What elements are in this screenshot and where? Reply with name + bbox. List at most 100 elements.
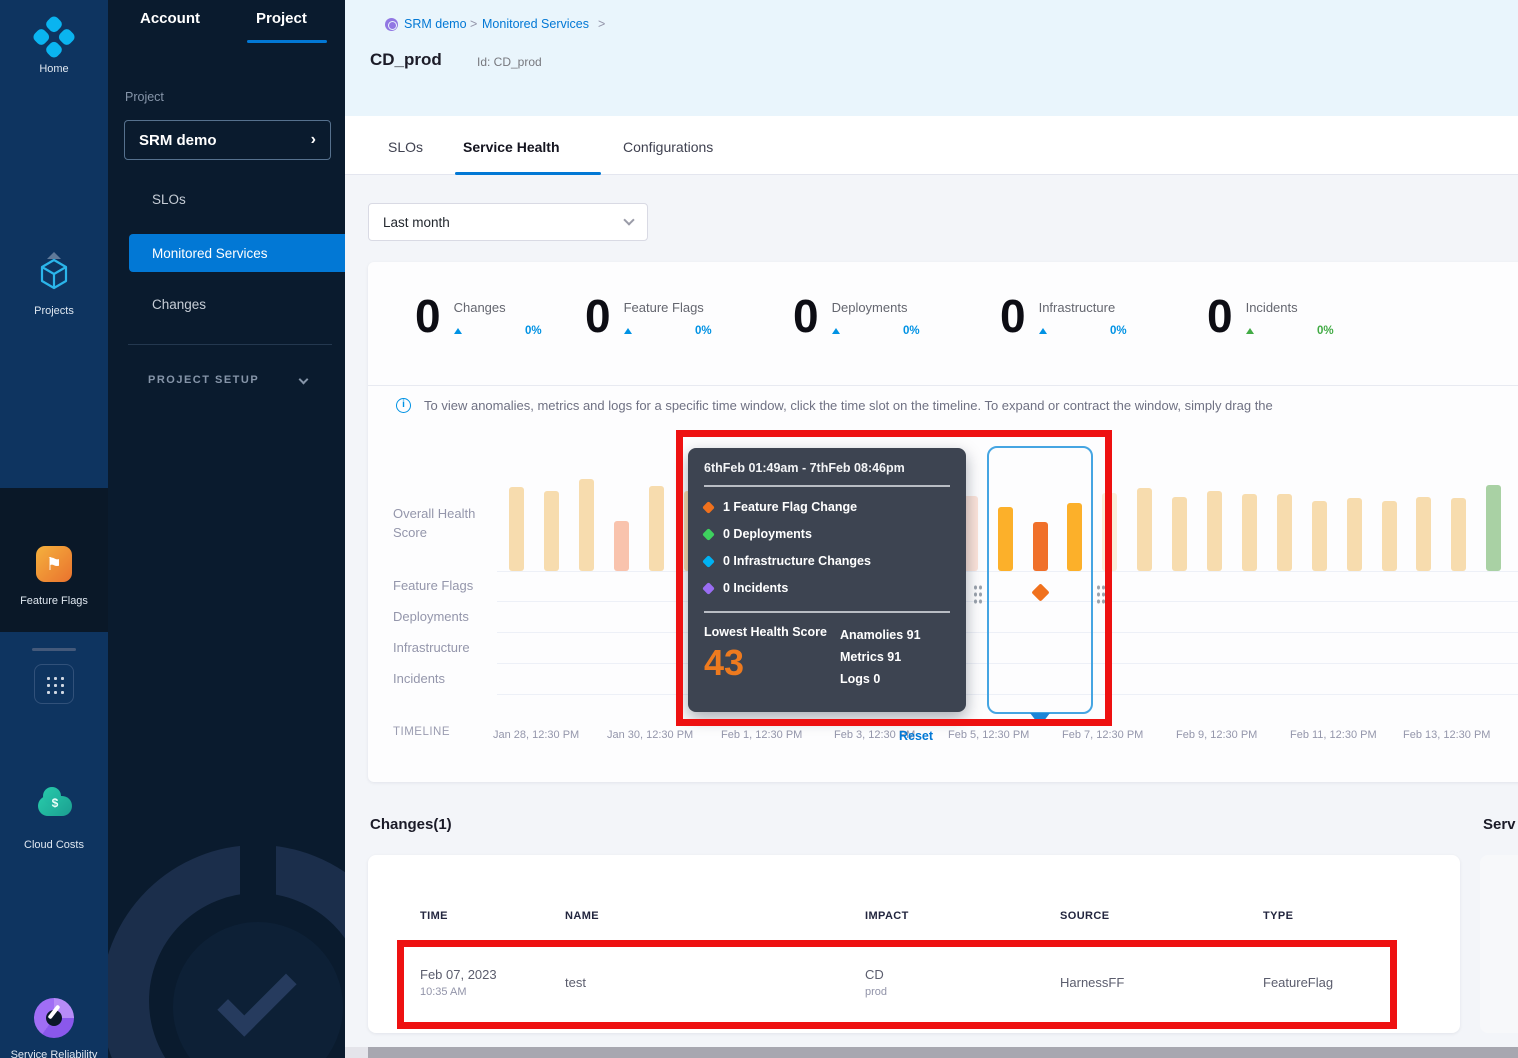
timeline-tick-label: Feb 5, 12:30 PM <box>948 728 1044 743</box>
selection-right-drag-handle[interactable] <box>1096 584 1105 606</box>
timeline-selection-window[interactable] <box>987 446 1093 714</box>
timeline-bar[interactable] <box>649 486 664 571</box>
project-setup-toggle[interactable]: PROJECT SETUP <box>148 374 259 386</box>
grid-dots-icon <box>45 675 65 695</box>
adjacent-card-edge <box>1480 855 1518 1033</box>
breadcrumb-srm-demo[interactable]: SRM demo <box>404 17 467 31</box>
cell-line-2: 10:35 AM <box>420 986 497 998</box>
column-header-type[interactable]: TYPE <box>1263 910 1299 922</box>
tab-service-health[interactable]: Service Health <box>463 139 560 155</box>
breadcrumb-monitored-services[interactable]: Monitored Services <box>482 17 589 31</box>
timeline-bar[interactable] <box>1416 497 1431 571</box>
stat-delta-row: 0% <box>454 325 542 337</box>
blue-diamond-icon <box>702 555 715 568</box>
delta-up-icon <box>624 328 632 334</box>
chevron-up-icon[interactable] <box>47 252 61 259</box>
tab-slos[interactable]: SLOs <box>388 139 423 155</box>
stat-value: 0 <box>1000 296 1026 337</box>
table-row[interactable]: Feb 07, 202310:35 AMtestCDprodHarnessFFF… <box>368 955 1460 1025</box>
stat-delta-value: 0% <box>695 325 712 337</box>
timeline-bar[interactable] <box>1137 488 1152 571</box>
column-header-label: TIME <box>420 910 448 922</box>
breadcrumb-separator: > <box>470 17 477 31</box>
module-rail: Home Projects ⚑ Feature Flags $ Cloud Co… <box>0 0 108 1058</box>
sidebar-item-home[interactable]: Home <box>0 0 108 100</box>
sidebar-item-changes[interactable]: Changes <box>152 297 206 312</box>
tooltip-summary: Lowest Health Score 43 Anamolies 91Metri… <box>704 625 950 691</box>
timeline-bar[interactable] <box>1382 501 1397 571</box>
sidebar-item-monitored-services[interactable]: Monitored Services <box>129 234 345 272</box>
sidebar-item-feature-flags[interactable]: ⚑ Feature Flags <box>0 270 108 350</box>
stat-value: 0 <box>1207 296 1233 337</box>
project-selector[interactable]: SRM demo › <box>124 120 331 160</box>
stat-value: 0 <box>415 296 441 337</box>
chart-row-label: Feature Flags <box>393 577 505 596</box>
stat-detail: Changes0% <box>454 296 542 337</box>
sidebar-item-account-settings[interactable]: ⚙ ACCOUNT SETTINGS <box>0 966 108 1046</box>
stat-detail: Incidents0% <box>1246 296 1334 337</box>
timeline-bar[interactable] <box>1312 501 1327 571</box>
chart-row-label: Deployments <box>393 608 505 627</box>
sidebar-item-dashboards[interactable]: DASHBOARDS <box>0 874 108 938</box>
sidebar-item-cloud-costs[interactable]: $ Cloud Costs <box>0 392 108 472</box>
timeline-bar[interactable] <box>614 521 629 571</box>
rail-item-label: Cloud Costs <box>0 838 108 853</box>
tooltip-metrics: Anamolies 91Metrics 91Logs 0 <box>840 625 950 691</box>
horizontal-scrollbar-thumb[interactable] <box>368 1047 1518 1058</box>
timeline-bar[interactable] <box>1277 494 1292 571</box>
selection-left-drag-handle[interactable] <box>973 584 982 606</box>
column-header-time[interactable]: TIME <box>420 910 454 922</box>
column-header-name[interactable]: NAME <box>565 910 605 922</box>
stat-changes: 0 Changes0% <box>415 296 542 337</box>
column-header-source[interactable]: SOURCE <box>1060 910 1115 922</box>
time-range-select[interactable]: Last month <box>368 203 648 241</box>
selection-pointer-icon <box>1030 713 1050 726</box>
timeline-bar[interactable] <box>1242 494 1257 571</box>
lowest-health-score-label: Lowest Health Score <box>704 625 840 639</box>
tooltip-event-label: 0 Infrastructure Changes <box>723 554 871 568</box>
sidebar-item-projects[interactable]: Projects <box>0 125 108 200</box>
cell-source: HarnessFF <box>1060 975 1124 990</box>
timeline-tick-label: Jan 28, 12:30 PM <box>493 728 589 743</box>
app-root: Home Projects ⚑ Feature Flags $ Cloud Co… <box>0 0 1518 1058</box>
timeline-bar[interactable] <box>1172 497 1187 571</box>
tab-configurations[interactable]: Configurations <box>623 139 713 155</box>
info-icon: i <box>396 398 411 413</box>
sidebar-item-help[interactable]: HELP <box>0 780 108 840</box>
timeline-tick-label: Feb 9, 12:30 PM <box>1176 728 1272 743</box>
stat-label: Deployments <box>832 300 920 315</box>
timeline-bar[interactable] <box>1347 498 1362 571</box>
timeline-bar[interactable] <box>1102 493 1117 571</box>
stat-label: Feature Flags <box>624 300 712 315</box>
sidebar-item-service-reliability[interactable]: Service Reliability <box>0 490 108 630</box>
timeline-bar[interactable] <box>544 491 559 571</box>
chevron-down-icon <box>299 375 309 385</box>
tab-account[interactable]: Account <box>140 10 200 27</box>
timeline-tick-label: Jan 30, 12:30 PM <box>607 728 703 743</box>
timeline-bar[interactable] <box>1486 485 1501 571</box>
stats-divider <box>368 385 1518 386</box>
timeline-bar[interactable] <box>509 487 524 571</box>
column-header-label: IMPACT <box>865 910 909 922</box>
stat-detail: Feature Flags 0% <box>624 296 712 337</box>
timeline-tick-label: Feb 13, 12:30 PM <box>1403 728 1499 743</box>
timeline-bar[interactable] <box>1451 498 1466 571</box>
sidebar-item-slos[interactable]: SLOs <box>152 192 186 207</box>
tooltip-event-list: 1 Feature Flag Change0 Deployments0 Infr… <box>704 500 950 595</box>
column-header-impact[interactable]: IMPACT <box>865 910 915 922</box>
delta-up-icon <box>832 328 840 334</box>
reset-link[interactable]: Reset <box>899 729 933 743</box>
cell-type: FeatureFlag <box>1263 975 1333 990</box>
timeline-tick-label: Feb 11, 12:30 PM <box>1290 728 1386 743</box>
stat-detail: Deployments0% <box>832 296 920 337</box>
timeline-bar[interactable] <box>1207 491 1222 571</box>
rail-item-label: Home <box>0 62 108 77</box>
tooltip-event: 0 Deployments <box>704 527 950 541</box>
stat-delta-row: 0% <box>1246 325 1334 337</box>
tab-project[interactable]: Project <box>256 10 307 27</box>
timeline-bar[interactable] <box>579 479 594 571</box>
project-setup-label: PROJECT SETUP <box>148 374 259 386</box>
timeline-axis-label: TIMELINE <box>393 726 450 738</box>
module-grid-button[interactable] <box>34 664 74 704</box>
cell-line-2: prod <box>865 986 887 998</box>
